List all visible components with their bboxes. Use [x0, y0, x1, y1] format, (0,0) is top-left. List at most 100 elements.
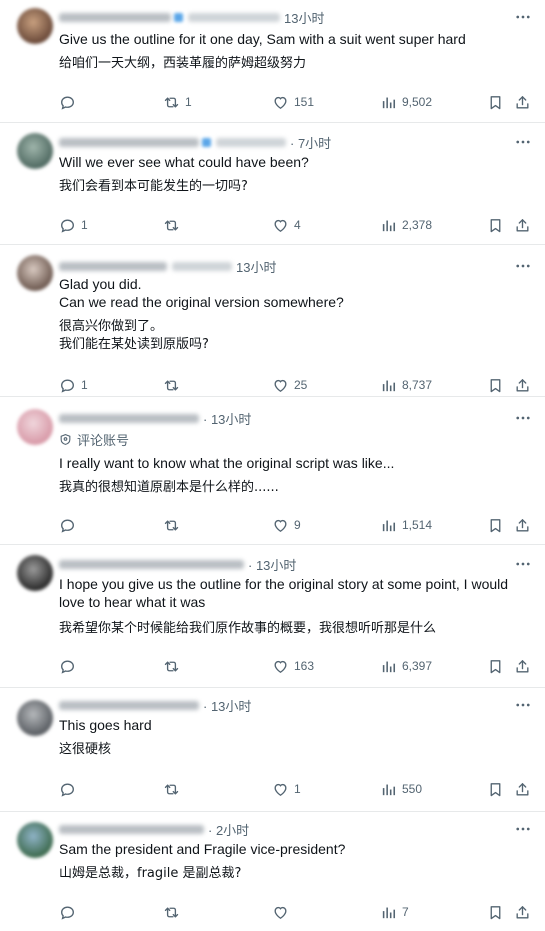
reply-button[interactable] — [59, 92, 81, 112]
views-icon — [382, 661, 396, 672]
views-button[interactable]: 2,378 — [380, 215, 432, 235]
reply-button[interactable]: 1 — [59, 215, 88, 235]
avatar[interactable] — [17, 255, 53, 291]
bookmark-button[interactable] — [487, 656, 504, 676]
more-icon[interactable] — [513, 696, 533, 714]
more-icon[interactable] — [513, 409, 533, 427]
retweet-button[interactable] — [163, 375, 185, 395]
timestamp[interactable]: · 13小时 — [248, 555, 296, 574]
views-button[interactable]: 7 — [380, 902, 409, 922]
avatar[interactable] — [17, 700, 53, 736]
more-icon[interactable] — [513, 133, 533, 151]
share-button[interactable] — [514, 375, 531, 395]
share-icon — [516, 782, 529, 795]
reply-tweet[interactable]: · 7小时 Will we ever see what could have be… — [0, 123, 545, 244]
avatar[interactable] — [17, 822, 53, 858]
reply-tweet[interactable]: · 2小时 Sam the president and Fragile vice-… — [0, 812, 545, 931]
like-button[interactable]: 151 — [272, 92, 314, 112]
retweet-button[interactable] — [163, 515, 185, 535]
more-icon[interactable] — [513, 8, 533, 26]
timestamp[interactable]: · 7小时 — [290, 133, 331, 152]
tweet-text-en: Glad you did. — [59, 276, 142, 292]
more-icon[interactable] — [513, 257, 533, 275]
reply-button[interactable] — [59, 902, 81, 922]
tweet-text-cn: 这很硬核 — [59, 742, 112, 757]
reply-tweet[interactable]: · 13小时 This goes hard 这很硬核 1 550 — [0, 688, 545, 811]
user-name-redacted[interactable] — [59, 12, 171, 22]
views-button[interactable]: 9,502 — [380, 92, 432, 112]
like-button[interactable]: 4 — [272, 215, 301, 235]
more-icon[interactable] — [513, 820, 533, 838]
bookmark-button[interactable] — [487, 215, 504, 235]
views-count: 8,737 — [402, 378, 433, 392]
timestamp[interactable]: 13小时 — [236, 257, 276, 276]
avatar[interactable] — [17, 555, 53, 591]
share-button[interactable] — [514, 656, 531, 676]
heart-icon — [274, 219, 287, 232]
tweet-text-cn: 我希望你某个时候能给我们原作故事的概要，我很想听听那是什么 — [59, 621, 437, 636]
timestamp[interactable]: 13小时 — [284, 8, 324, 27]
retweet-icon — [164, 907, 179, 917]
timestamp[interactable]: · 13小时 — [203, 409, 251, 428]
views-count: 9,502 — [402, 95, 433, 109]
views-button[interactable]: 6,397 — [380, 656, 432, 676]
views-button[interactable]: 8,737 — [380, 375, 432, 395]
share-icon — [516, 218, 529, 231]
retweet-button[interactable] — [163, 656, 185, 676]
heart-icon — [274, 783, 287, 796]
views-button[interactable]: 550 — [380, 779, 422, 799]
bookmark-button[interactable] — [487, 375, 504, 395]
reply-tweet[interactable]: · 13小时 I hope you give us the outline for… — [0, 545, 545, 687]
more-icon[interactable] — [513, 555, 533, 573]
reply-tweet[interactable]: · 13小时 评论账号 I really want to know what the… — [0, 397, 545, 544]
bookmark-button[interactable] — [487, 902, 504, 922]
share-button[interactable] — [514, 902, 531, 922]
reply-tweet[interactable]: 13小时 Glad you did. Can we read the origina… — [0, 245, 545, 396]
retweet-button[interactable] — [163, 902, 185, 922]
views-button[interactable]: 1,514 — [380, 515, 432, 535]
like-button[interactable]: 1 — [272, 779, 301, 799]
reply-count: 1 — [81, 218, 88, 232]
reply-button[interactable] — [59, 779, 81, 799]
tweet-text-en: I really want to know what the original … — [59, 455, 395, 471]
retweet-icon — [164, 520, 179, 530]
retweet-button[interactable] — [163, 779, 185, 799]
share-button[interactable] — [514, 215, 531, 235]
verified-badge-icon — [202, 137, 211, 147]
user-name-redacted[interactable] — [59, 413, 199, 423]
avatar[interactable] — [17, 133, 53, 169]
reply-tweet[interactable]: 13小时 Give us the outline for it one day, … — [0, 0, 545, 122]
heart-icon — [274, 519, 287, 532]
user-name-redacted[interactable] — [59, 261, 167, 271]
share-button[interactable] — [514, 779, 531, 799]
like-button[interactable]: 163 — [272, 656, 314, 676]
reply-button[interactable] — [59, 515, 81, 535]
reply-button[interactable] — [59, 656, 81, 676]
bookmark-button[interactable] — [487, 515, 504, 535]
bookmark-button[interactable] — [487, 779, 504, 799]
reply-button[interactable]: 1 — [59, 375, 88, 395]
share-button[interactable] — [514, 515, 531, 535]
views-count: 1,514 — [402, 518, 433, 532]
action-bar: 1 25 8,737 — [0, 375, 545, 395]
avatar[interactable] — [17, 409, 53, 445]
like-count: 163 — [294, 659, 315, 673]
user-name-redacted[interactable] — [59, 137, 199, 147]
user-name-redacted[interactable] — [59, 824, 204, 834]
share-button[interactable] — [514, 92, 531, 112]
like-count: 1 — [294, 782, 301, 796]
retweet-button[interactable] — [163, 215, 185, 235]
like-button[interactable]: 25 — [272, 375, 307, 395]
eye-icon — [60, 434, 71, 445]
user-name-redacted[interactable] — [59, 559, 244, 569]
like-button[interactable] — [272, 902, 294, 922]
user-name-redacted[interactable] — [59, 700, 199, 710]
like-button[interactable]: 9 — [272, 515, 301, 535]
timestamp[interactable]: · 2小时 — [208, 820, 249, 839]
bookmark-button[interactable] — [487, 92, 504, 112]
timestamp[interactable]: · 13小时 — [203, 696, 251, 715]
retweet-button[interactable]: 1 — [163, 92, 192, 112]
retweet-icon — [164, 220, 179, 230]
avatar[interactable] — [17, 8, 53, 44]
bookmark-icon — [490, 378, 501, 392]
